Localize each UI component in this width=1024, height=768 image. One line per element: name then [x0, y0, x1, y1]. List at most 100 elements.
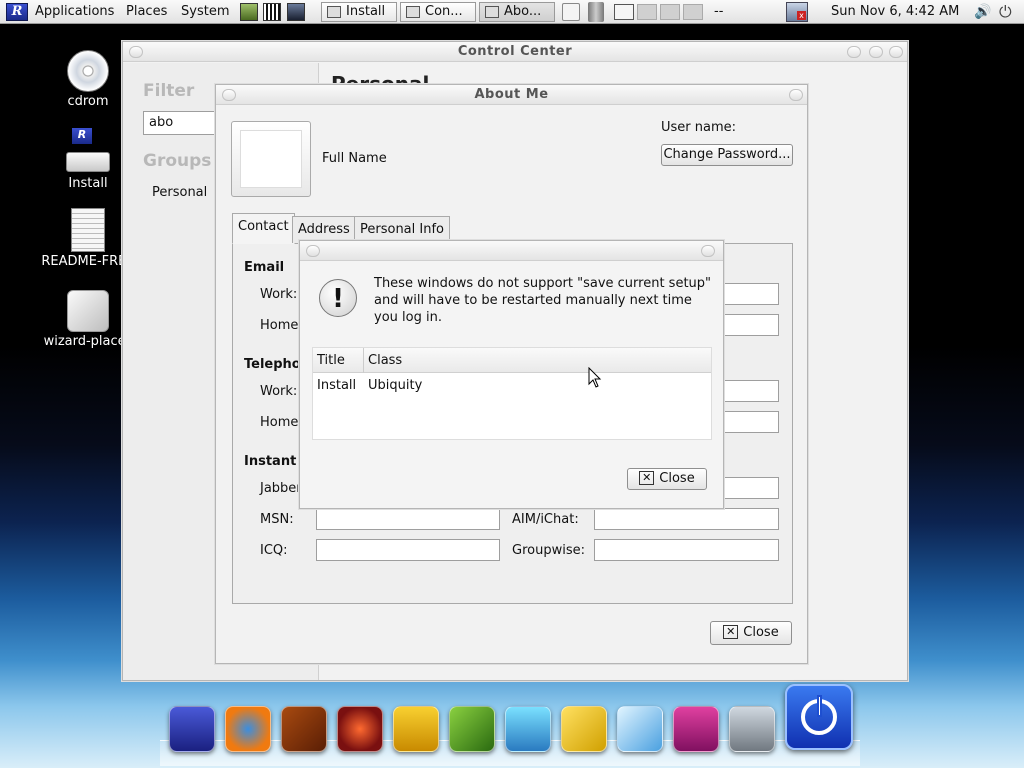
dock-guitar-icon[interactable] [281, 706, 327, 752]
email-home-label: Home [260, 318, 299, 333]
dock-messenger-icon[interactable] [505, 706, 551, 752]
power-icon-bar [817, 695, 822, 717]
control-center-window-icon [406, 6, 420, 18]
monitor-launcher-icon[interactable] [287, 3, 305, 21]
show-desktop-icon[interactable] [562, 3, 580, 21]
dock-browser-icon[interactable] [225, 706, 271, 752]
workspace-4[interactable] [683, 4, 703, 20]
control-center-titlebar[interactable]: Control Center [123, 42, 907, 62]
install-window-icon [327, 6, 341, 18]
task-about-me[interactable]: Abo... [479, 2, 555, 22]
text-document-icon [71, 208, 105, 252]
msn-label: MSN: [260, 512, 294, 527]
row-title: Install [317, 378, 357, 393]
close-button[interactable] [701, 245, 715, 257]
filter-heading: Filter [143, 81, 195, 101]
phone-work-label: Work: [260, 384, 298, 399]
groupwise-field[interactable] [594, 539, 779, 561]
panel-separator-text: -- [714, 4, 724, 19]
maximize-button[interactable] [869, 46, 883, 58]
close-button[interactable] [789, 89, 803, 101]
icq-field[interactable] [316, 539, 500, 561]
menu-applications[interactable]: Applications [31, 2, 118, 22]
volume-icon[interactable]: 🔊 [974, 4, 991, 20]
email-work-label: Work: [260, 287, 298, 302]
aim-field[interactable] [594, 508, 779, 530]
network-disconnected-icon[interactable]: x [786, 2, 808, 22]
workspace-1[interactable] [614, 4, 634, 20]
row-class: Ubiquity [368, 378, 423, 393]
about-me-close-button[interactable]: ✕ Close [710, 621, 792, 645]
clock[interactable]: Sun Nov 6, 4:42 AM [831, 2, 959, 22]
dock-music-icon[interactable] [673, 706, 719, 752]
tab-contact[interactable]: Contact [232, 213, 295, 244]
menu-system[interactable]: System [177, 2, 233, 22]
about-me-titlebar[interactable]: About Me [216, 85, 807, 105]
dock-coffee-icon[interactable] [393, 706, 439, 752]
power-icon[interactable]: ⏻ [999, 2, 1012, 22]
cdrom-icon [67, 50, 109, 92]
warning-icon: ! [319, 279, 357, 317]
dock-mail-icon[interactable] [617, 706, 663, 752]
close-icon: ✕ [639, 470, 655, 485]
window-menu-button[interactable] [129, 46, 143, 58]
email-header: Email [244, 260, 285, 275]
app-launcher-icon[interactable] [240, 3, 258, 21]
close-button[interactable] [889, 46, 903, 58]
dock-settings-icon[interactable] [729, 706, 775, 752]
tab-personal-info[interactable]: Personal Info [354, 216, 450, 243]
menu-places[interactable]: Places [122, 2, 171, 22]
list-header: Title Class [313, 348, 711, 373]
column-divider [363, 348, 364, 373]
dock-paint-icon[interactable] [449, 706, 495, 752]
dialog-titlebar[interactable] [300, 241, 723, 261]
mouse-cursor [588, 367, 602, 388]
task-control-center[interactable]: Con... [400, 2, 476, 22]
dock-office-icon[interactable] [561, 706, 607, 752]
telephone-header: Telepho [244, 357, 301, 372]
group-item-personal[interactable]: Personal [152, 185, 207, 200]
dialog-close-button[interactable]: ✕ Close [627, 468, 707, 490]
piano-launcher-icon[interactable] [263, 3, 281, 21]
minimize-button[interactable] [847, 46, 861, 58]
window-title: Control Center [457, 44, 573, 59]
jabber-label: Jabber [260, 481, 302, 496]
instant-messaging-header: Instant [244, 454, 297, 469]
phone-work-field[interactable] [717, 380, 779, 402]
install-icon: R [64, 128, 112, 174]
workspace-3[interactable] [660, 4, 680, 20]
table-row[interactable]: Install Ubiquity [313, 373, 711, 397]
dock-media-icon[interactable] [337, 706, 383, 752]
task-install[interactable]: Install [321, 2, 397, 22]
trash-icon[interactable] [588, 2, 604, 22]
aim-label: AIM/iChat: [512, 512, 579, 527]
window-menu-button[interactable] [306, 245, 320, 257]
phone-home-field[interactable] [717, 411, 779, 433]
user-photo-button[interactable] [231, 121, 311, 197]
about-me-window-icon [485, 6, 499, 18]
distro-logo-icon[interactable]: R [6, 3, 28, 21]
dock-power-button[interactable] [785, 684, 853, 750]
icq-label: ICQ: [260, 543, 288, 558]
full-name-label: Full Name [322, 151, 387, 166]
phone-home-label: Home [260, 415, 299, 430]
package-icon [67, 290, 109, 332]
window-list[interactable]: Title Class Install Ubiquity [312, 347, 712, 440]
email-work-field[interactable] [717, 283, 779, 305]
email-home-field[interactable] [717, 314, 779, 336]
change-password-button[interactable]: Change Password... [661, 144, 793, 166]
column-class-header[interactable]: Class [368, 353, 402, 368]
groups-heading: Groups [143, 151, 212, 171]
workspace-2[interactable] [637, 4, 657, 20]
column-title-header[interactable]: Title [317, 353, 345, 368]
dock-launcher-icon[interactable] [169, 706, 215, 752]
user-photo [240, 130, 302, 188]
window-title: About Me [474, 87, 549, 102]
close-label: Close [659, 471, 695, 486]
jabber-field[interactable] [717, 477, 779, 499]
window-menu-button[interactable] [222, 89, 236, 101]
msn-field[interactable] [316, 508, 500, 530]
tab-address[interactable]: Address [292, 216, 356, 243]
top-panel: R Applications Places System Install Con… [0, 0, 1024, 24]
user-name-label: User name: [661, 120, 737, 135]
